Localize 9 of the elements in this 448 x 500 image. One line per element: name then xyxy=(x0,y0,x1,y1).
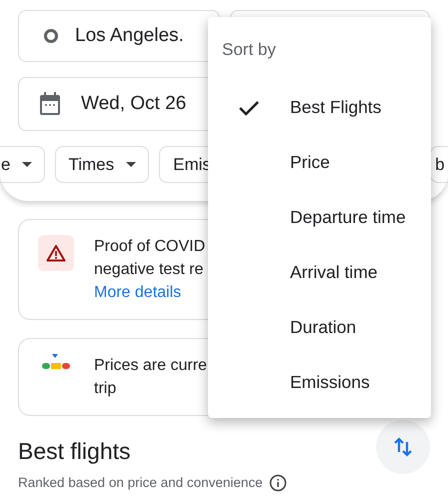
notice-text: Proof of COVID xyxy=(94,237,206,257)
results-subtitle: Ranked based on price and convenience xyxy=(18,474,263,492)
notice-text: negative test re xyxy=(94,260,204,280)
notice-text: Prices are curre xyxy=(94,356,207,376)
sort-menu-title: Sort by xyxy=(221,39,277,61)
results-title: Best flights xyxy=(18,437,132,466)
origin-text: Los Angeles. xyxy=(75,24,184,48)
notice-text: trip xyxy=(94,379,118,399)
date-text: Wed, Oct 26 xyxy=(81,92,186,116)
